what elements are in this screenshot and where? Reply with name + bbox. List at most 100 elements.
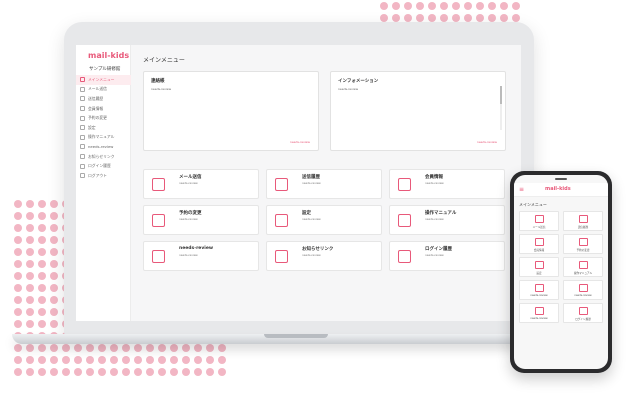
decor-dot <box>122 344 130 352</box>
menu-card[interactable]: 操作マニュアル needs-review <box>389 205 505 235</box>
decor-dot <box>26 236 34 244</box>
mail-icon <box>535 215 544 223</box>
decor-dot <box>110 356 118 364</box>
decor-dot <box>26 320 34 328</box>
phone-card-label: ログイン履歴 <box>575 318 591 321</box>
phone-logo[interactable]: mail-kids <box>545 186 571 192</box>
decor-dot <box>26 308 34 316</box>
scroll-thumb[interactable] <box>500 86 502 104</box>
decor-dot <box>38 248 46 256</box>
menu-card[interactable]: needs-review needs-review <box>143 241 259 271</box>
decor-dot <box>194 368 202 376</box>
phone-menu-card[interactable]: ログイン履歴 <box>563 303 603 323</box>
menu-card[interactable]: 会員情報 needs-review <box>389 169 505 199</box>
folder-icon <box>80 144 85 150</box>
phone-menu-card[interactable]: 設定 <box>519 257 559 277</box>
menu-card[interactable]: 予約の変更 needs-review <box>143 205 259 235</box>
decor-dot <box>38 212 46 220</box>
sidebar-item[interactable]: 会員情報 <box>76 104 131 114</box>
decor-dot <box>170 356 178 364</box>
decor-dot <box>38 368 46 376</box>
sidebar-item[interactable]: 操作マニュアル <box>76 133 131 143</box>
sidebar-item[interactable]: ログイン履歴 <box>76 161 131 171</box>
decor-dot <box>38 224 46 232</box>
phone-menu-card[interactable]: メール送信 <box>519 211 559 231</box>
phone-menu-card[interactable]: 送信履歴 <box>563 211 603 231</box>
sidebar-item[interactable]: メール送信 <box>76 85 131 95</box>
information-link[interactable]: needs-review <box>477 140 497 144</box>
sidebar-item[interactable]: ログアウト <box>76 171 131 181</box>
decor-dot <box>146 356 154 364</box>
phone-card-label: 会員情報 <box>533 249 545 252</box>
decor-dot <box>38 296 46 304</box>
information-scrollbar[interactable] <box>500 86 502 130</box>
decor-dot <box>50 284 58 292</box>
hamburger-icon[interactable]: ≡ <box>519 186 524 193</box>
laptop-screen: mail-kids サンプル研修館 メインメニュー メール送信 送信履歴 会員情報 予約… <box>76 45 521 321</box>
sidebar-item-label: お知らせリンク <box>88 153 115 159</box>
menu-card[interactable]: ログイン履歴 needs-review <box>389 241 505 271</box>
sidebar-item[interactable]: お知らせリンク <box>76 152 131 162</box>
information-text: needs-review <box>338 87 359 91</box>
app-logo[interactable]: mail-kids <box>88 51 129 60</box>
decor-dot <box>38 320 46 328</box>
decor-dot <box>26 212 34 220</box>
phone-menu-card[interactable]: needs-review <box>519 280 559 300</box>
menu-card[interactable]: 送信履歴 needs-review <box>266 169 382 199</box>
app-subtitle: サンプル研修館 <box>89 67 121 72</box>
decor-dot <box>50 200 58 208</box>
card-description: needs-review <box>179 217 198 221</box>
decor-dot <box>134 368 142 376</box>
card-title: 予約の変更 <box>179 211 202 216</box>
decor-dot <box>14 200 22 208</box>
sidebar-item-label: ログイン履歴 <box>88 163 111 169</box>
decor-dot <box>512 14 520 22</box>
menu-card[interactable]: メール送信 needs-review <box>143 169 259 199</box>
sidebar-item[interactable]: 予約の変更 <box>76 113 131 123</box>
sidebar-item-label: 予約の変更 <box>88 115 107 121</box>
menu-card[interactable]: お知らせリンク needs-review <box>266 241 382 271</box>
home-icon <box>80 77 85 83</box>
card-title: 操作マニュアル <box>425 211 457 216</box>
decor-dot <box>452 2 460 10</box>
decor-dot <box>194 356 202 364</box>
decor-dot <box>170 344 178 352</box>
user-icon <box>398 178 411 191</box>
decor-dot <box>50 224 58 232</box>
sidebar-item-label: メインメニュー <box>88 76 115 82</box>
phone-menu-card[interactable]: needs-review <box>563 280 603 300</box>
decor-dot <box>206 368 214 376</box>
decor-dot <box>110 344 118 352</box>
decor-dot <box>50 248 58 256</box>
sidebar-item[interactable]: needs-review <box>76 142 131 152</box>
menu-card[interactable]: 設定 needs-review <box>266 205 382 235</box>
decor-dot <box>50 320 58 328</box>
contact-link[interactable]: needs-review <box>290 140 310 144</box>
decor-dot <box>14 284 22 292</box>
decor-dot <box>206 356 214 364</box>
decor-dot <box>218 368 226 376</box>
tools-icon <box>275 214 288 227</box>
decor-dot <box>38 236 46 244</box>
decor-dot <box>26 356 34 364</box>
phone-menu-card[interactable]: 予約の変更 <box>563 234 603 254</box>
history-icon <box>579 215 588 223</box>
decor-dot <box>194 344 202 352</box>
card-title: needs-review <box>179 246 214 251</box>
phone-menu-card[interactable]: 操作マニュアル <box>563 257 603 277</box>
decor-dot <box>476 2 484 10</box>
phone-menu-card[interactable]: 会員情報 <box>519 234 559 254</box>
decor-dot <box>146 368 154 376</box>
decor-dot <box>182 356 190 364</box>
decor-dot <box>170 368 178 376</box>
calendar-icon <box>579 238 588 246</box>
decor-dot <box>206 344 214 352</box>
phone-speaker <box>555 178 567 180</box>
menu-cards: メール送信 needs-review 送信履歴 needs-review 会員情報 nee… <box>143 169 515 271</box>
phone-header: ≡ mail-kids <box>514 183 608 197</box>
sidebar-item[interactable]: 設定 <box>76 123 131 133</box>
sidebar-item[interactable]: 送信履歴 <box>76 94 131 104</box>
sidebar-item[interactable]: メインメニュー <box>76 75 131 85</box>
phone-menu-card[interactable]: needs-review <box>519 303 559 323</box>
decor-dot <box>158 344 166 352</box>
